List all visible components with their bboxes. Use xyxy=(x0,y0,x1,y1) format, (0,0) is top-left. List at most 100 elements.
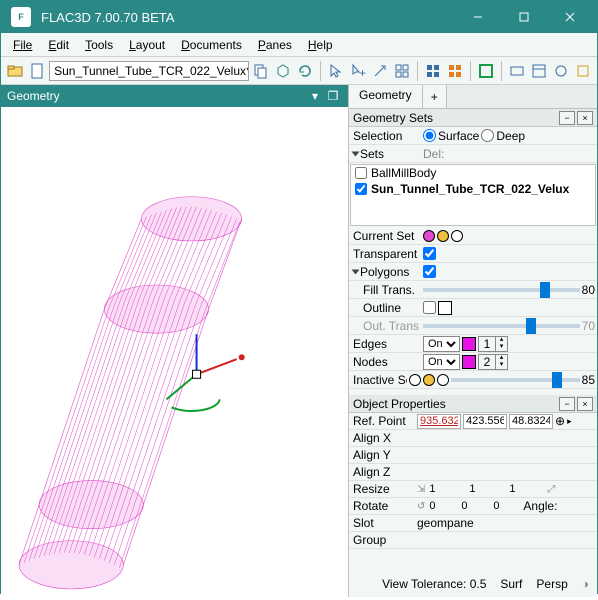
color-swatch-icon[interactable] xyxy=(451,230,463,242)
panel-close-icon[interactable]: × xyxy=(577,397,593,411)
color-swatch-icon[interactable] xyxy=(423,374,435,386)
file-name-label: Sun_Tunnel_Tube_TCR_022_Velux xyxy=(54,64,246,78)
list-item[interactable]: BallMillBody xyxy=(351,165,595,181)
toolbar-tool3-icon[interactable] xyxy=(551,60,571,82)
status-settings-icon[interactable]: ◑ xyxy=(582,577,589,591)
nodes-mode-select[interactable]: On xyxy=(423,354,460,370)
rot-c-input[interactable] xyxy=(491,499,521,514)
viewport-menu-icon[interactable]: ▾ xyxy=(306,87,324,105)
viewport-title: Geometry xyxy=(7,89,60,103)
toolbar-cursor-icon[interactable] xyxy=(326,60,346,82)
color-swatch-icon[interactable] xyxy=(409,374,421,386)
rotate-ccw-icon[interactable]: ↺ xyxy=(417,501,425,512)
toolbar-arrow-icon[interactable] xyxy=(370,60,390,82)
set-checkbox[interactable] xyxy=(355,167,367,179)
minimize-button[interactable] xyxy=(455,1,501,33)
resize-c-input[interactable] xyxy=(507,482,545,497)
selection-surface-radio[interactable]: Surface xyxy=(423,129,479,143)
transparent-checkbox[interactable] xyxy=(423,247,436,260)
ref-z-input[interactable] xyxy=(509,414,553,429)
rot-b-input[interactable] xyxy=(459,499,489,514)
nodes-label: Nodes xyxy=(349,355,421,369)
maximize-button[interactable] xyxy=(501,1,547,33)
menu-layout[interactable]: Layout xyxy=(123,36,171,54)
menu-help[interactable]: Help xyxy=(302,36,339,54)
color-swatch-icon[interactable] xyxy=(423,230,435,242)
del-label: Del: xyxy=(423,147,444,161)
menu-edit[interactable]: Edit xyxy=(42,36,75,54)
ref-point-label: Ref. Point xyxy=(349,414,415,428)
toolbar-box-icon[interactable] xyxy=(273,60,293,82)
nodes-thickness-spin[interactable]: 2▴▾ xyxy=(478,354,508,370)
current-set-label: Current Set xyxy=(349,229,421,243)
toolbar-layout2-icon[interactable] xyxy=(445,60,465,82)
inactive-slider[interactable] xyxy=(451,378,580,382)
sets-label: Sets xyxy=(360,147,384,161)
align-x-label: Align X xyxy=(349,431,415,445)
set-checkbox[interactable] xyxy=(355,183,367,195)
panel-collapse-icon[interactable]: − xyxy=(559,111,575,125)
toolbar-greenbox-icon[interactable] xyxy=(476,60,496,82)
viewport-maximize-icon[interactable]: ❐ xyxy=(324,87,342,105)
status-mode-surf[interactable]: Surf xyxy=(500,577,522,591)
tab-geometry[interactable]: Geometry xyxy=(349,85,423,108)
list-item[interactable]: Sun_Tunnel_Tube_TCR_022_Velux xyxy=(351,181,595,197)
toolbar-document-icon[interactable] xyxy=(27,60,47,82)
toolbar-copy-icon[interactable] xyxy=(251,60,271,82)
expand-out-icon[interactable]: ⤢ xyxy=(547,484,555,495)
toolbar-folder-icon[interactable] xyxy=(5,60,25,82)
transparent-label: Transparent xyxy=(349,247,421,261)
geometry-sets-header: Geometry Sets xyxy=(353,111,433,125)
viewport-canvas[interactable] xyxy=(1,107,348,597)
file-selector[interactable]: Sun_Tunnel_Tube_TCR_022_Velux˅ xyxy=(49,61,249,81)
toolbar-tool4-icon[interactable] xyxy=(573,60,593,82)
menu-file[interactable]: File xyxy=(7,36,38,54)
selection-label: Selection xyxy=(349,129,421,143)
outline-checkbox[interactable] xyxy=(423,301,436,314)
polygons-checkbox[interactable] xyxy=(423,265,436,278)
out-trans-label: Out. Trans xyxy=(349,319,421,333)
color-swatch-icon[interactable] xyxy=(437,374,449,386)
toolbar-tool2-icon[interactable] xyxy=(529,60,549,82)
inactive-set-label: Inactive Set xyxy=(349,373,407,387)
nodes-color-icon[interactable] xyxy=(462,355,476,369)
angle-label: Angle: xyxy=(523,499,557,513)
fill-trans-value: 80 xyxy=(582,283,595,297)
toolbar-tool1-icon[interactable] xyxy=(507,60,527,82)
toolbar-grid-small-icon[interactable] xyxy=(392,60,412,82)
slot-value[interactable]: geompane xyxy=(417,516,474,530)
fill-trans-slider[interactable] xyxy=(423,288,580,292)
close-button[interactable] xyxy=(547,1,593,33)
menu-tools[interactable]: Tools xyxy=(79,36,119,54)
fill-trans-label: Fill Trans. xyxy=(349,283,421,297)
menu-panes[interactable]: Panes xyxy=(252,36,298,54)
group-label: Group xyxy=(349,533,415,547)
edges-color-icon[interactable] xyxy=(462,337,476,351)
edges-thickness-spin[interactable]: 1▴▾ xyxy=(478,336,508,352)
align-z-label: Align Z xyxy=(349,465,415,479)
chevron-right-icon[interactable]: ▸ xyxy=(567,416,572,427)
panel-collapse-icon[interactable]: − xyxy=(559,397,575,411)
target-icon[interactable]: ⊕ xyxy=(555,414,565,428)
resize-a-input[interactable] xyxy=(427,482,465,497)
collapse-in-icon[interactable]: ⇲ xyxy=(417,484,425,495)
tab-add[interactable]: + xyxy=(423,85,447,108)
resize-b-input[interactable] xyxy=(467,482,505,497)
out-trans-slider xyxy=(423,324,580,328)
color-swatch-icon[interactable] xyxy=(437,230,449,242)
app-logo-icon: F xyxy=(11,7,31,27)
status-mode-persp[interactable]: Persp xyxy=(536,577,567,591)
outline-color-icon[interactable] xyxy=(438,301,452,315)
panel-close-icon[interactable]: × xyxy=(577,111,593,125)
out-trans-value: 70 xyxy=(582,319,595,333)
edges-mode-select[interactable]: On xyxy=(423,336,460,352)
toolbar-cursor-plus-icon[interactable]: + xyxy=(348,60,368,82)
ref-y-input[interactable] xyxy=(463,414,507,429)
ref-x-input[interactable] xyxy=(417,414,461,429)
selection-deep-radio[interactable]: Deep xyxy=(481,129,525,143)
rot-a-input[interactable] xyxy=(427,499,457,514)
toolbar-refresh-icon[interactable] xyxy=(295,60,315,82)
toolbar-layout1-icon[interactable] xyxy=(423,60,443,82)
geometry-sets-list[interactable]: BallMillBody Sun_Tunnel_Tube_TCR_022_Vel… xyxy=(350,164,596,226)
menu-documents[interactable]: Documents xyxy=(175,36,248,54)
